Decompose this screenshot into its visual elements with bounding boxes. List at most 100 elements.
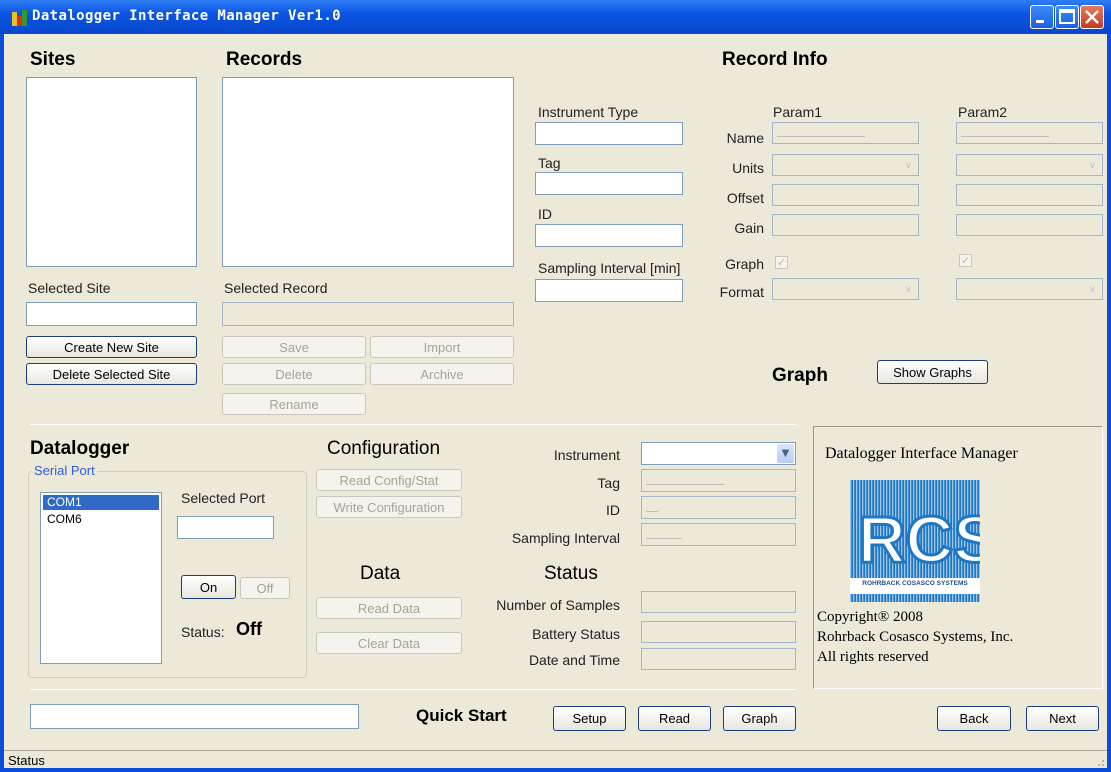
chevron-down-icon: ∨ [1088,159,1097,171]
device-tag-label: Tag [597,475,620,491]
records-list[interactable] [222,77,514,267]
samples-label: Number of Samples [496,597,620,613]
param1-format-dropdown[interactable]: ∨ [772,278,919,300]
data-heading: Data [360,563,401,584]
rename-button[interactable]: Rename [222,393,366,415]
sampling-interval-label: Sampling Interval [min] [538,260,681,276]
clear-data-button[interactable]: Clear Data [316,632,462,654]
datetime-label: Date and Time [528,652,620,668]
read-button[interactable]: Read [638,706,711,731]
setup-button[interactable]: Setup [553,706,626,731]
app-window: Datalogger Interface Manager Ver1.0 Site… [0,0,1111,772]
window-title: Datalogger Interface Manager Ver1.0 [32,8,342,24]
selected-port-label: Selected Port [181,490,266,506]
gain-label: Gain [734,220,764,236]
selected-port-field[interactable] [177,516,274,539]
close-icon [1085,10,1099,24]
delete-record-button[interactable]: Delete [222,363,366,385]
graph-label: Graph [725,256,764,272]
device-id-label: ID [606,502,620,518]
datalogger-heading: Datalogger [30,438,130,459]
battery-field [641,621,796,643]
param2-format-dropdown[interactable]: ∨ [956,278,1103,300]
instrument-type-label: Instrument Type [538,104,639,120]
param1-units-dropdown[interactable]: ∨ [772,154,919,176]
quickstart-divider [30,689,796,690]
tag-field[interactable] [535,172,683,195]
minimize-button[interactable] [1030,5,1054,29]
datetime-field [641,648,796,670]
show-graphs-button[interactable]: Show Graphs [877,360,988,384]
param2-gain-field [956,214,1103,236]
create-site-button[interactable]: Create New Site [26,336,197,358]
port-list-item[interactable]: COM1 [43,495,159,510]
param2-graph-checkbox[interactable]: ✓ [959,254,972,267]
graph-button[interactable]: Graph [723,706,796,731]
selected-site-field[interactable] [26,302,197,326]
instrument-label: Instrument [553,447,620,463]
port-list[interactable]: COM1 COM6 [40,492,162,664]
param2-name-field [956,122,1103,144]
graph-heading: Graph [772,365,828,386]
quickstart-field[interactable] [30,704,359,729]
id-label: ID [538,206,552,222]
param1-name-field [772,122,919,144]
offset-label: Offset [726,190,764,206]
format-label: Format [719,284,764,300]
device-id-field [641,496,796,519]
sites-list[interactable] [26,77,197,267]
port-off-button[interactable]: Off [240,577,290,599]
selected-site-label: Selected Site [28,280,111,296]
save-button[interactable]: Save [222,336,366,358]
param1-offset-field [772,184,919,206]
close-button[interactable] [1080,5,1104,29]
selected-record-field [222,302,514,326]
import-button[interactable]: Import [370,336,514,358]
back-button[interactable]: Back [937,706,1011,731]
port-status-value: Off [236,619,262,639]
id-field[interactable] [535,224,683,247]
delete-site-button[interactable]: Delete Selected Site [26,363,197,385]
resize-grip-icon[interactable] [1093,755,1105,767]
logo-caption: ROHRBACK COSASCO SYSTEMS [862,580,968,587]
name-label: Name [726,130,764,146]
title-bar[interactable]: Datalogger Interface Manager Ver1.0 [0,0,1111,34]
record-info-heading: Record Info [722,49,828,70]
maximize-button[interactable] [1055,5,1079,29]
param2-units-dropdown[interactable]: ∨ [956,154,1103,176]
status-bar-text: Status [8,753,45,768]
archive-button[interactable]: Archive [370,363,514,385]
minimize-icon [1036,20,1044,23]
status-label: Status: [181,624,225,640]
app-icon [12,10,27,26]
units-label: Units [732,160,764,176]
read-data-button[interactable]: Read Data [316,597,462,619]
rights-text: All rights reserved [817,649,929,665]
chevron-down-icon: ∨ [904,283,913,295]
svg-text:RCS: RCS [858,502,980,576]
copyright-text: Copyright® 2008 [817,609,923,625]
records-heading: Records [226,49,303,70]
port-list-item[interactable]: COM6 [43,512,159,527]
samples-field [641,591,796,613]
status-heading: Status [544,563,598,584]
sampling-interval-field[interactable] [535,279,683,302]
rcs-logo: RCS ROHRBACK COSASCO SYSTEMS [850,480,980,602]
tag-label: Tag [538,155,561,171]
read-config-button[interactable]: Read Config/Stat [316,469,462,491]
device-tag-field [641,469,796,492]
chevron-down-icon: ▼ [777,444,794,463]
port-on-button[interactable]: On [181,575,236,599]
instrument-type-field[interactable] [535,122,683,145]
next-button[interactable]: Next [1026,706,1099,731]
configuration-heading: Configuration [327,438,441,459]
param1-graph-checkbox[interactable]: ✓ [775,256,788,269]
battery-label: Battery Status [532,626,620,642]
serial-port-legend: Serial Port [32,463,97,478]
section-divider [30,424,796,425]
status-bar: Status [4,750,1107,768]
write-config-button[interactable]: Write Configuration [316,496,462,518]
param2-label: Param2 [958,104,1008,120]
param1-gain-field [772,214,919,236]
instrument-dropdown[interactable]: ▼ [641,442,796,465]
